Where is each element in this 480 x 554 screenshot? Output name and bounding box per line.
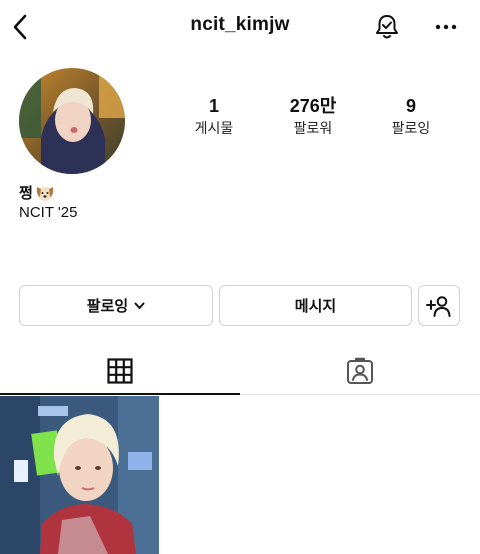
message-button[interactable]: 메시지 — [219, 285, 412, 326]
chevron-left-icon — [13, 14, 27, 40]
more-options-button[interactable] — [430, 12, 462, 42]
profile-username: ncit_kimjw — [190, 14, 290, 35]
avatar[interactable] — [19, 68, 125, 174]
tab-tagged[interactable] — [240, 346, 480, 395]
top-bar: ncit_kimjw — [0, 0, 480, 54]
profile-name: 쩡 — [19, 182, 55, 203]
following-label: 팔로잉 — [391, 120, 431, 136]
following-count: 9 — [405, 96, 416, 116]
chevron-down-icon — [134, 302, 145, 309]
followers-label: 팔로워 — [293, 120, 333, 136]
stat-followers[interactable]: 276만 팔로워 — [268, 96, 358, 138]
stat-posts[interactable]: 1 게시물 — [169, 96, 259, 138]
posts-count: 1 — [208, 96, 219, 116]
following-button[interactable]: 팔로잉 — [19, 285, 213, 326]
profile-bio: NCIT '25 — [19, 204, 78, 221]
grid-icon — [107, 357, 133, 384]
more-horizontal-icon — [435, 24, 457, 30]
add-user-button[interactable] — [418, 285, 460, 326]
followers-count: 276만 — [289, 96, 337, 116]
message-button-label: 메시지 — [294, 298, 337, 315]
add-user-icon — [426, 295, 451, 317]
tagged-person-icon — [347, 357, 373, 384]
post-photo — [0, 396, 159, 554]
following-button-label: 팔로잉 — [86, 298, 129, 315]
active-tab-indicator — [0, 393, 240, 395]
profile-photo — [19, 68, 125, 174]
tab-posts-grid[interactable] — [0, 346, 240, 395]
profile-tabs — [0, 346, 480, 395]
stat-following[interactable]: 9 팔로잉 — [366, 96, 456, 138]
notifications-button[interactable] — [372, 12, 402, 42]
profile-name-text: 쩡 — [19, 185, 33, 202]
bell-check-icon — [376, 15, 398, 39]
back-button[interactable] — [8, 12, 32, 42]
dog-face-icon — [36, 186, 54, 201]
posts-label: 게시물 — [194, 120, 234, 136]
post-thumbnail[interactable] — [0, 396, 159, 554]
